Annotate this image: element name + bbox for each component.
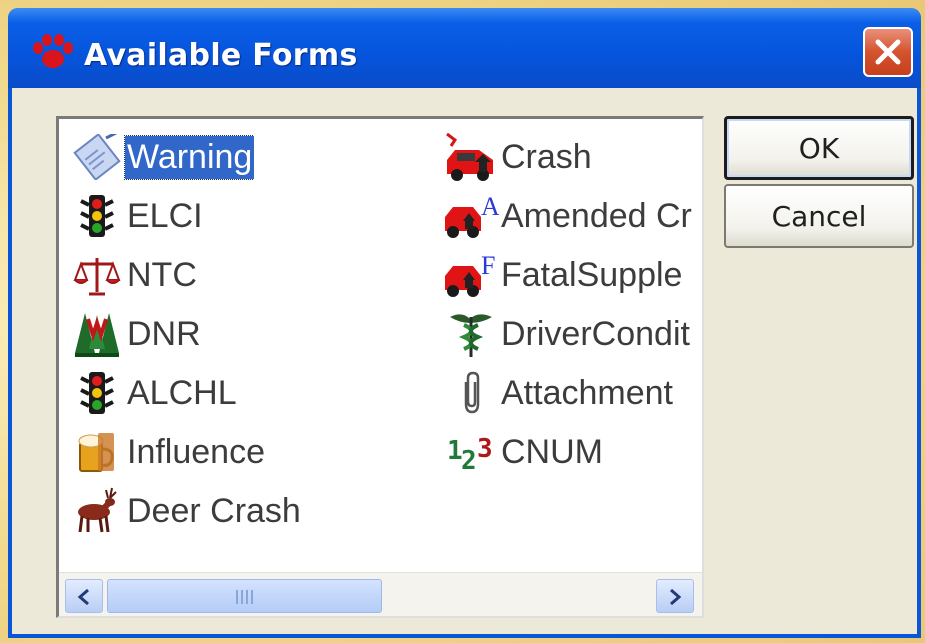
list-item-deer-crash[interactable]: Deer Crash: [69, 485, 303, 537]
list-item-label: ELCI: [127, 196, 203, 235]
traffic-light-icon: [69, 367, 125, 419]
list-item-label: CNUM: [501, 432, 603, 471]
list-item-driver-condition[interactable]: DriverCondit: [443, 308, 692, 360]
close-icon: [875, 39, 901, 65]
scroll-right-button[interactable]: [656, 579, 694, 613]
list-item-label: Crash: [501, 137, 592, 176]
trees-icon: [69, 308, 125, 360]
list-item-ntc[interactable]: NTC: [69, 249, 199, 301]
list-item-label: DriverCondit: [501, 314, 690, 353]
horizontal-scrollbar[interactable]: [59, 572, 702, 616]
numbers-123-icon: 1 2 3: [443, 426, 499, 478]
beer-mug-icon: [69, 426, 125, 478]
list-item-label: Amended Cr: [501, 196, 692, 235]
scroll-thumb[interactable]: [107, 579, 382, 613]
scales-icon: [69, 249, 125, 301]
traffic-light-icon: [69, 190, 125, 242]
svg-text:3: 3: [477, 434, 493, 464]
title-bar[interactable]: Available Forms: [8, 8, 921, 88]
list-item-label: Warning: [123, 134, 255, 180]
close-button[interactable]: [863, 27, 913, 77]
svg-text:2: 2: [461, 446, 477, 475]
list-item-label: ALCHL: [127, 373, 237, 412]
list-item-amended-crash[interactable]: A Amended Cr: [443, 190, 694, 242]
scroll-left-button[interactable]: [65, 579, 103, 613]
list-item-elci[interactable]: ELCI: [69, 190, 205, 242]
list-item-label: Deer Crash: [127, 491, 301, 530]
list-item-label: NTC: [127, 255, 197, 294]
list-item-label: DNR: [127, 314, 201, 353]
chevron-right-icon: [670, 588, 682, 606]
caduceus-icon: [443, 308, 499, 360]
available-forms-dialog: Available Forms Warning ELCI NTC DNR ALC…: [8, 8, 921, 638]
car-crash-icon: [443, 131, 499, 183]
list-item-crash[interactable]: Crash: [443, 131, 594, 183]
ok-button[interactable]: OK: [724, 116, 914, 180]
list-item-influence[interactable]: Influence: [69, 426, 267, 478]
deer-icon: [69, 485, 125, 537]
list-item-label: Attachment: [501, 373, 673, 412]
warning-clipboard-icon: [69, 131, 125, 183]
cancel-button[interactable]: Cancel: [724, 184, 914, 248]
list-item-label: FatalSupple: [501, 255, 683, 294]
paperclip-icon: [443, 367, 499, 419]
list-item-warning[interactable]: Warning: [69, 131, 255, 183]
list-item-attachment[interactable]: Attachment: [443, 367, 675, 419]
svg-text:F: F: [481, 251, 495, 280]
list-item-label: Influence: [127, 432, 265, 471]
car-crash-amended-icon: A: [443, 190, 499, 242]
scroll-grip: [236, 590, 254, 604]
forms-list[interactable]: Warning ELCI NTC DNR ALCHL Influence Dee…: [56, 116, 704, 618]
list-item-cnum[interactable]: 1 2 3 CNUM: [443, 426, 605, 478]
list-item-dnr[interactable]: DNR: [69, 308, 203, 360]
svg-text:A: A: [481, 192, 499, 221]
list-item-alchl[interactable]: ALCHL: [69, 367, 239, 419]
paw-print-icon: [30, 34, 76, 70]
list-item-fatal-supple[interactable]: F FatalSupple: [443, 249, 684, 301]
window-title: Available Forms: [84, 38, 358, 73]
car-crash-fatal-icon: F: [443, 249, 499, 301]
chevron-left-icon: [77, 588, 89, 606]
